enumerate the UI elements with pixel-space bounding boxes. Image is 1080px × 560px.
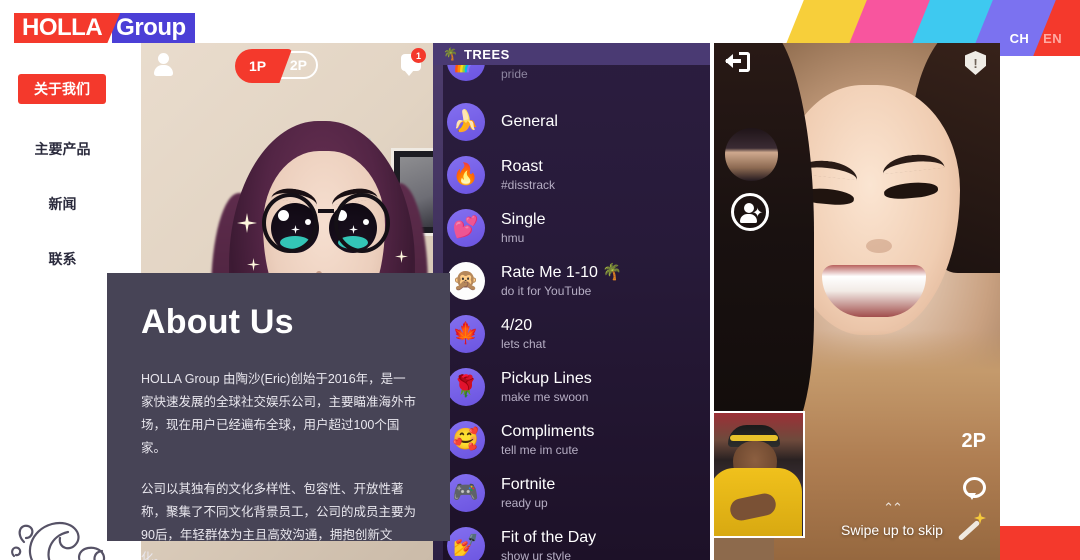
mode-2p-label[interactable]: 2P [962,430,986,453]
video-top-bar: 1P 2P 1 [141,43,433,87]
channel-emoji-icon: 🥰 [447,420,485,459]
channel-emoji-icon: 🔥 [447,155,485,194]
back-arrow-icon[interactable] [725,52,750,72]
channel-title: Fit of the Day [501,528,597,546]
comment-icon[interactable] [963,477,986,500]
channel-title: General [501,112,558,130]
about-paragraph-1: HOLLA Group 由陶沙(Eric)创始于2016年，是一家快速发展的全球… [141,372,417,455]
player-mode-toggle[interactable]: 1P 2P [235,49,318,83]
brand-logo[interactable]: HOLLA Group [14,13,195,43]
swipe-chevron-icon: ⌃⌃ [883,500,903,515]
channel-title: Rate Me 1-10 🌴 [501,263,623,281]
channel-title: Roast [501,157,543,175]
avatar[interactable] [725,128,778,181]
language-switcher[interactable]: CH EN [1010,31,1062,46]
channel-emoji-icon: 🌹 [447,367,485,406]
add-friend-icon[interactable]: ✦ [731,193,769,231]
channel-list-title: TREES [463,46,510,62]
list-item[interactable]: 💅 Fit of the Day show ur style [433,519,710,560]
glasses-filter-icon [262,193,390,261]
channel-emoji-icon: 💅 [447,526,485,560]
list-item[interactable]: 🍌 General [433,95,710,148]
channel-list: 🌈 pride 🍌 General 🔥 Roast #disstrack 💕 [433,65,710,560]
video-preview-right[interactable]: ✦ 2P ⌃⌃ Swipe up to skip [714,43,1000,560]
logo-text-group: Group [112,13,195,43]
channel-subtitle: lets chat [501,336,546,351]
channel-emoji-icon: 🍌 [447,102,485,141]
page-title: About Us [141,303,294,341]
picture-in-picture-self-view[interactable] [714,411,805,538]
sidebar-item-contact[interactable]: 联系 [0,249,125,269]
channel-subtitle: pride [501,67,528,81]
channel-list-panel[interactable]: 🌴 TREES 🌈 pride 🍌 General 🔥 Roast #disst… [433,43,710,560]
sidebar-nav: 关于我们 主要产品 新闻 联系 [0,74,125,269]
channel-emoji-icon: 🙊 [447,261,485,300]
list-item[interactable]: 🎮 Fortnite ready up [433,466,710,519]
channel-list-header: 🌴 TREES [433,43,710,65]
channel-title: Pickup Lines [501,369,592,387]
chat-unread-badge: 1 [411,48,426,63]
channel-subtitle: ready up [501,495,548,510]
list-item[interactable]: 💕 Single hmu [433,201,710,254]
list-item[interactable]: 🙊 Rate Me 1-10 🌴 do it for YouTube [433,254,710,307]
channel-subtitle: show ur style [501,548,572,560]
list-item[interactable]: 🥰 Compliments tell me im cute [433,413,710,466]
list-item[interactable]: 🌹 Pickup Lines make me swoon [433,360,710,413]
nose [866,239,892,253]
channel-subtitle: make me swoon [501,389,589,404]
sidebar-item-about[interactable]: 关于我们 [18,74,106,104]
lang-option-en[interactable]: EN [1043,31,1062,46]
list-item[interactable]: 🍁 4/20 lets chat [433,307,710,360]
mode-2p-label[interactable]: 2P [290,57,307,73]
lang-option-ch[interactable]: CH [1010,31,1030,46]
list-item[interactable]: 🔥 Roast #disstrack [433,148,710,201]
channel-title: 4/20 [501,316,533,334]
channel-emoji-icon: 💕 [447,208,485,247]
channel-emoji-icon: 🎮 [447,473,485,512]
about-us-card: About Us HOLLA Group 由陶沙(Eric)创始于2016年，是… [107,273,450,560]
mode-1p-label[interactable]: 1P [235,49,292,83]
channel-subtitle: do it for YouTube [501,283,592,298]
person-icon[interactable] [154,53,173,76]
channel-emoji-icon: 🌈 [447,65,485,81]
channel-emoji-icon: 🍁 [447,314,485,353]
channel-title: Fortnite [501,475,556,493]
list-item[interactable]: 🌈 pride [433,65,710,95]
logo-text-holla: HOLLA [14,13,121,43]
swipe-hint-text: Swipe up to skip [841,522,943,538]
page-root: HOLLA Group CH EN 关于我们 主要产品 新闻 联系 1P 2P … [0,0,1080,560]
channel-title: Single [501,210,546,228]
channel-subtitle: tell me im cute [501,442,579,457]
hair-left [714,43,814,443]
channel-title: Compliments [501,422,595,440]
sidebar-item-news[interactable]: 新闻 [0,194,125,214]
trees-emoji-icon: 🌴 [443,47,458,61]
about-paragraph-2: 公司以其独有的文化多样性、包容性、开放性著称，聚集了不同文化背景员工，公司的成员… [141,482,417,560]
channel-subtitle: #disstrack [501,177,556,192]
channel-subtitle: hmu [501,230,525,245]
sidebar-item-products[interactable]: 主要产品 [0,139,125,159]
